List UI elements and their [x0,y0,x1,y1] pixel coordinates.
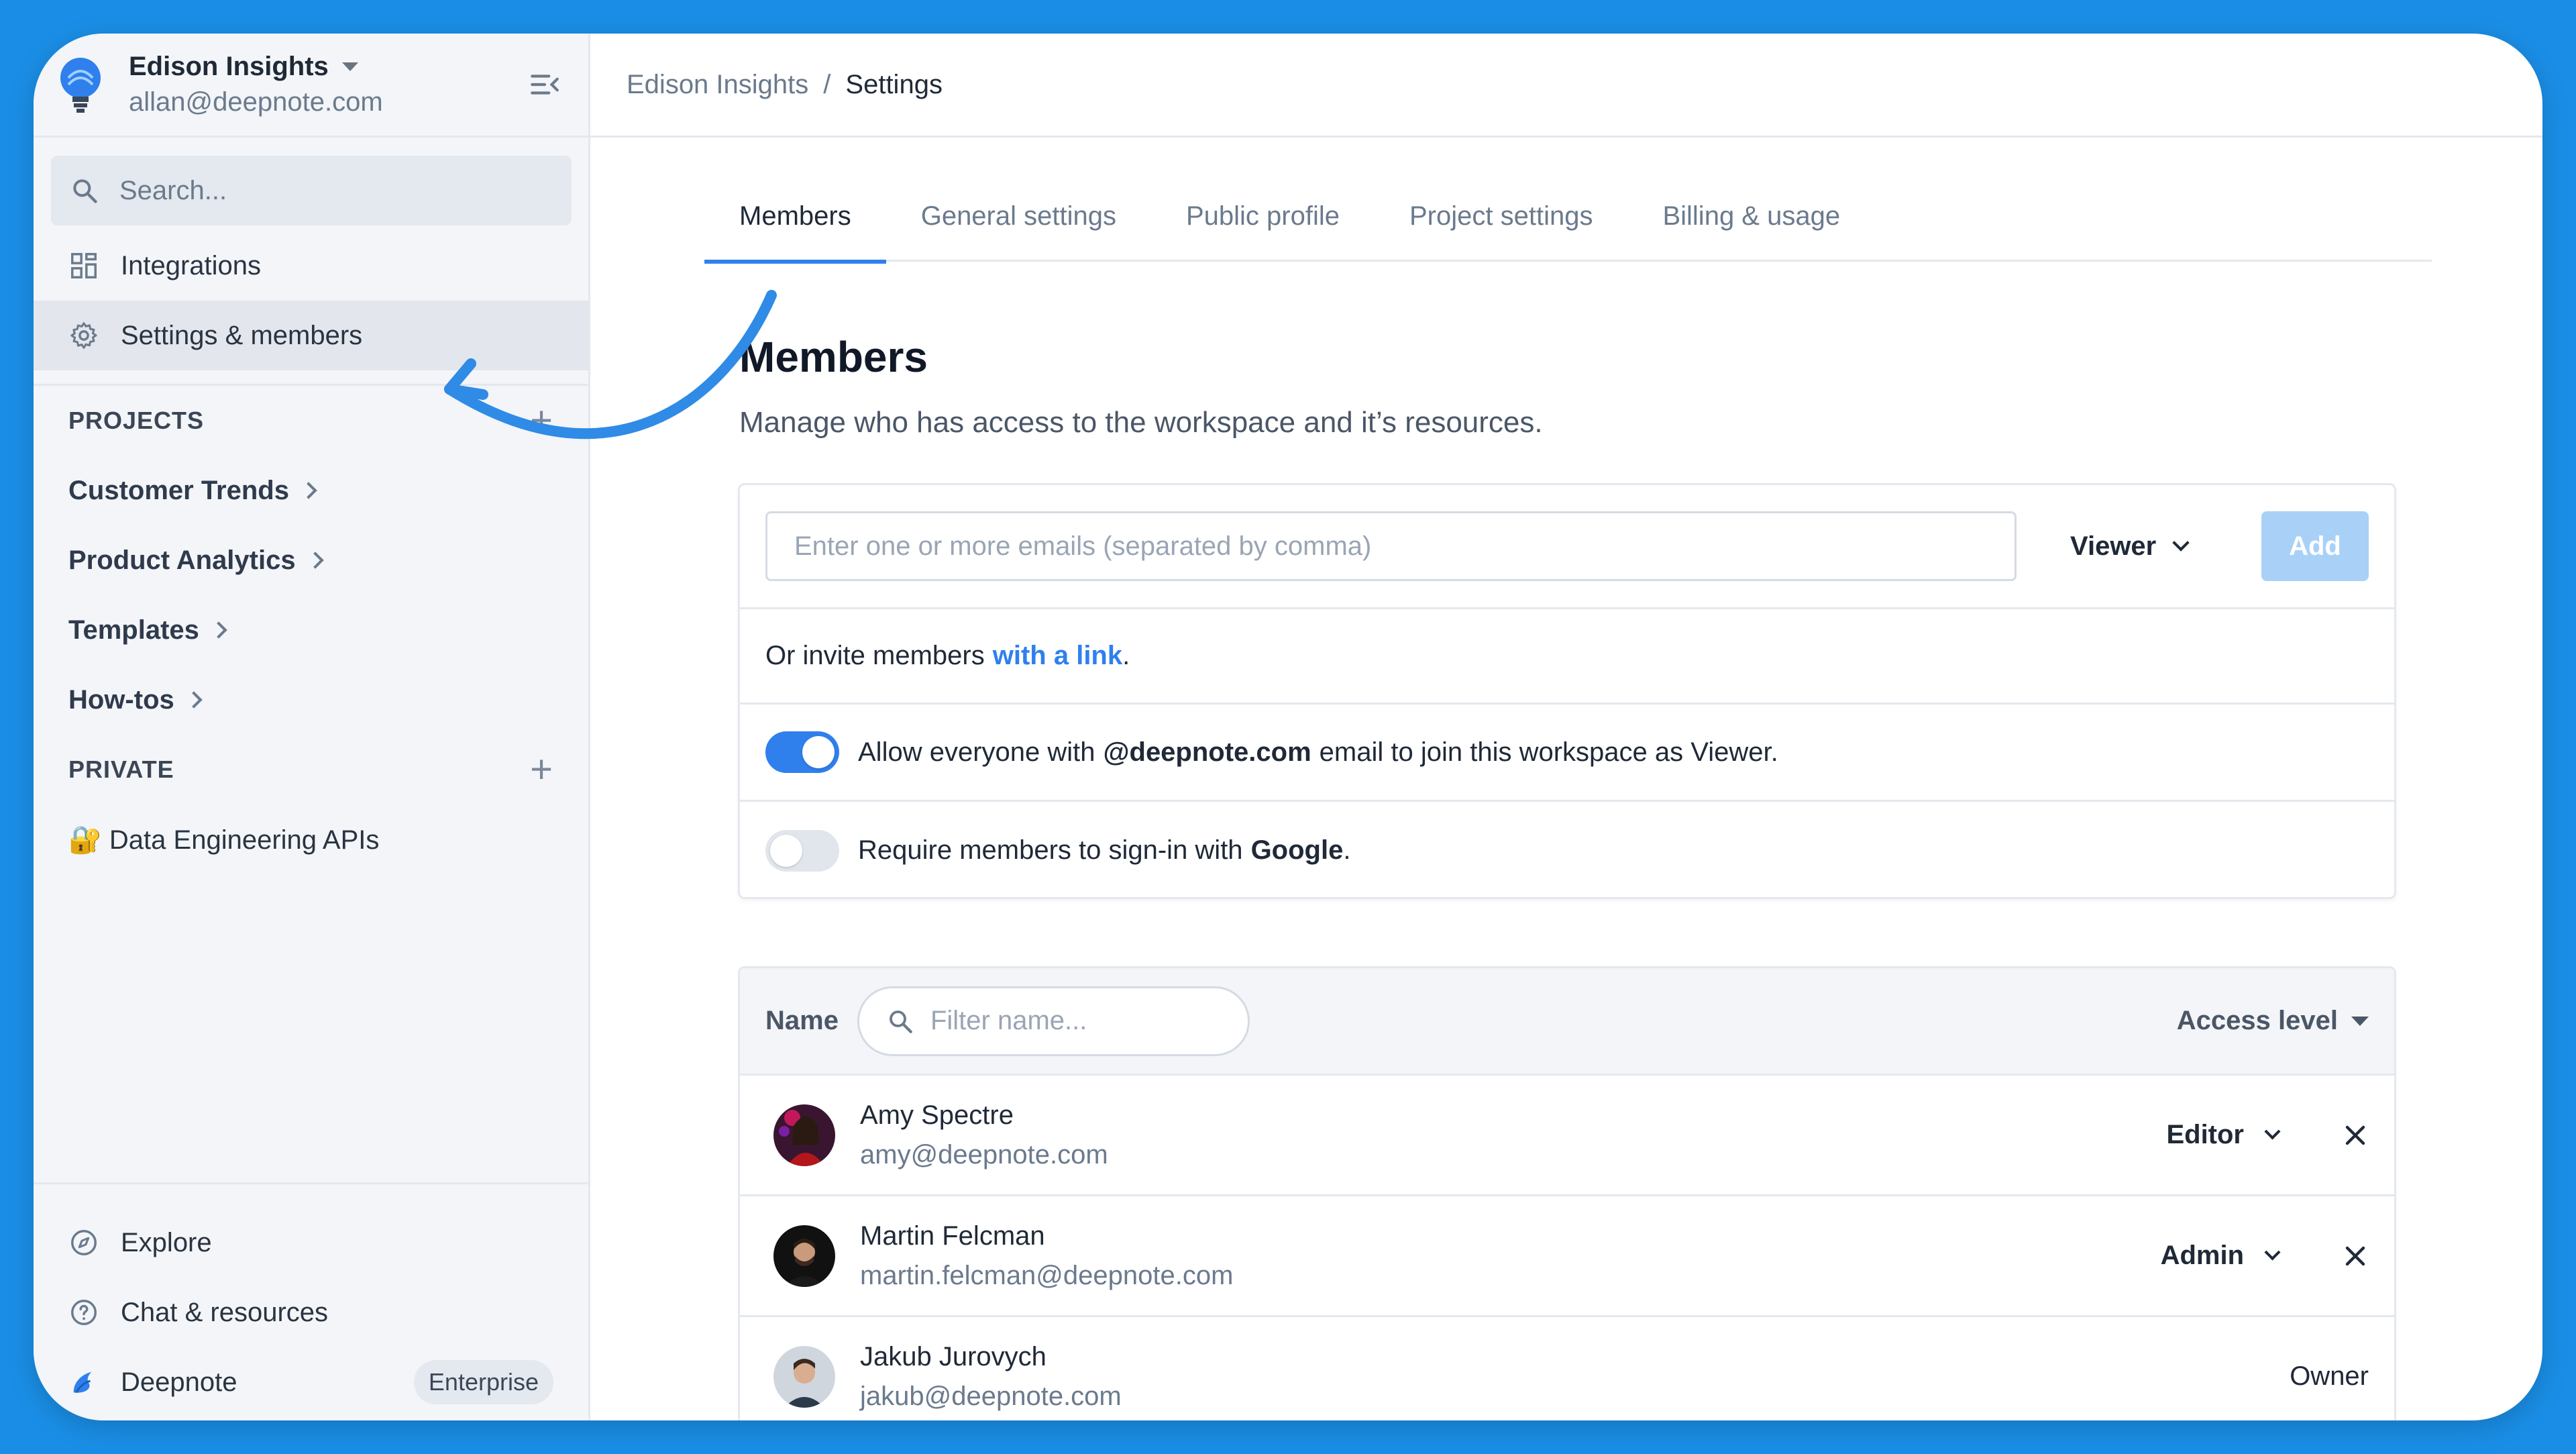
toggle-knob [802,736,835,768]
app-window: Edison Insights allan@deepnote.com Searc… [34,34,2542,1420]
chevron-down-icon [341,62,358,71]
invite-form: Enter one or more emails (separated by c… [740,485,2394,609]
members-table: Name Filter name... Access level Amy Spe… [738,966,2396,1420]
grid-icon [71,253,97,278]
add-member-button[interactable]: Add [2261,511,2369,581]
breadcrumb-workspace-link[interactable]: Edison Insights [627,70,808,100]
chevron-right-icon [185,691,203,709]
access-level-sort[interactable]: Access level [2177,1006,2369,1036]
workspace-lightbulb-icon [60,58,101,113]
sidebar-project-customer-trends[interactable]: Customer Trends [34,456,588,525]
sidebar-footer: Explore Chat & resources Deepnote Enterp… [34,1182,588,1420]
table-row: Martin Felcman martin.felcman@deepnote.c… [740,1196,2394,1317]
member-role-owner: Owner [2290,1361,2369,1391]
sidebar-item-settings[interactable]: Settings & members [34,301,588,370]
projects-section-header: PROJECTS + [68,399,553,442]
workspace-user-email: allan@deepnote.com [129,87,383,117]
member-email: martin.felcman@deepnote.com [860,1260,1234,1290]
table-row: Amy Spectre amy@deepnote.com Editor [740,1076,2394,1196]
sidebar-search-input[interactable]: Search... [51,156,572,225]
member-role-select[interactable]: Editor [2166,1120,2281,1150]
table-row: Jakub Jurovych jakub@deepnote.com Owner [740,1317,2394,1420]
tab-billing-usage[interactable]: Billing & usage [1627,171,1875,262]
settings-tabs: Members General settings Public profile … [704,171,2432,264]
sidebar-item-deepnote[interactable]: Deepnote Enterprise [34,1347,588,1417]
toggle-knob [770,834,802,867]
search-icon [73,179,97,203]
filter-name-input[interactable]: Filter name... [857,986,1250,1056]
workspace-switcher[interactable]: Edison Insights allan@deepnote.com [34,34,588,138]
breadcrumb-current: Settings [845,69,943,99]
member-name: Jakub Jurovych [860,1341,1046,1371]
deepnote-logo-icon [73,1371,92,1394]
name-column-header: Name [765,1006,839,1035]
member-name: Martin Felcman [860,1221,1045,1251]
plan-badge: Enterprise [413,1360,553,1404]
avatar [773,1345,835,1408]
chevron-down-icon [2172,534,2190,552]
collapse-sidebar-icon[interactable] [528,68,561,101]
chevron-right-icon [210,621,227,639]
sidebar-item-integrations[interactable]: Integrations [34,231,588,301]
avatar [773,1104,835,1166]
chevron-down-icon [2264,1123,2281,1140]
sidebar-project-how-tos[interactable]: How-tos [34,665,588,735]
private-section-header: PRIVATE + [68,747,553,791]
tab-members[interactable]: Members [704,171,886,264]
add-project-plus-icon[interactable]: + [530,401,553,440]
close-icon[interactable] [2342,1122,2369,1149]
compass-icon [71,1230,97,1255]
add-private-project-plus-icon[interactable]: + [530,750,553,789]
tab-general-settings[interactable]: General settings [886,171,1151,262]
invite-members-card: Enter one or more emails (separated by c… [738,483,2396,899]
search-icon [890,1010,912,1033]
member-name: Amy Spectre [860,1100,1014,1130]
breadcrumb: Edison Insights / Settings [590,34,2542,138]
allowed-domain: @deepnote.com [1103,737,1311,767]
domain-join-toggle[interactable] [765,731,839,773]
member-email: jakub@deepnote.com [860,1381,1122,1411]
page-title: Members [739,333,928,381]
sidebar-item-explore[interactable]: Explore [34,1208,588,1278]
sidebar-project-templates[interactable]: Templates [34,595,588,665]
sidebar-item-chat-resources[interactable]: Chat & resources [34,1278,588,1347]
invite-link-row: Or invite members with a link . [740,609,2394,705]
workspace-name[interactable]: Edison Insights [129,52,528,82]
invite-role-select[interactable]: Viewer [2070,531,2190,562]
page-subtitle: Manage who has access to the workspace a… [739,406,1543,439]
member-role-select[interactable]: Admin [2161,1241,2281,1271]
sidebar-project-product-analytics[interactable]: Product Analytics [34,525,588,595]
google-signin-toggle[interactable] [765,829,839,872]
signin-provider: Google [1250,835,1344,865]
chevron-right-icon [306,552,324,569]
gear-icon [70,322,97,349]
close-icon[interactable] [2342,1243,2369,1269]
member-email: amy@deepnote.com [860,1139,1108,1170]
invite-link[interactable]: with a link [993,641,1122,671]
avatar [773,1225,835,1287]
members-table-header: Name Filter name... Access level [740,968,2394,1076]
caret-down-icon [2351,1016,2369,1026]
help-circle-icon [71,1300,97,1325]
chevron-right-icon [300,482,317,499]
tab-project-settings[interactable]: Project settings [1375,171,1627,262]
google-signin-row: Require members to sign-in with Google . [740,802,2394,899]
sidebar-private-data-engineering-apis[interactable]: 🔐 Data Engineering APIs [34,804,588,874]
breadcrumb-separator: / [823,69,831,99]
tab-public-profile[interactable]: Public profile [1151,171,1375,262]
invite-email-input[interactable]: Enter one or more emails (separated by c… [765,511,2017,581]
sidebar: Edison Insights allan@deepnote.com Searc… [34,34,590,1420]
domain-join-row: Allow everyone with @deepnote.com email … [740,705,2394,802]
main-content: Edison Insights / Settings Members Gener… [590,34,2542,1420]
chevron-down-icon [2264,1244,2281,1261]
